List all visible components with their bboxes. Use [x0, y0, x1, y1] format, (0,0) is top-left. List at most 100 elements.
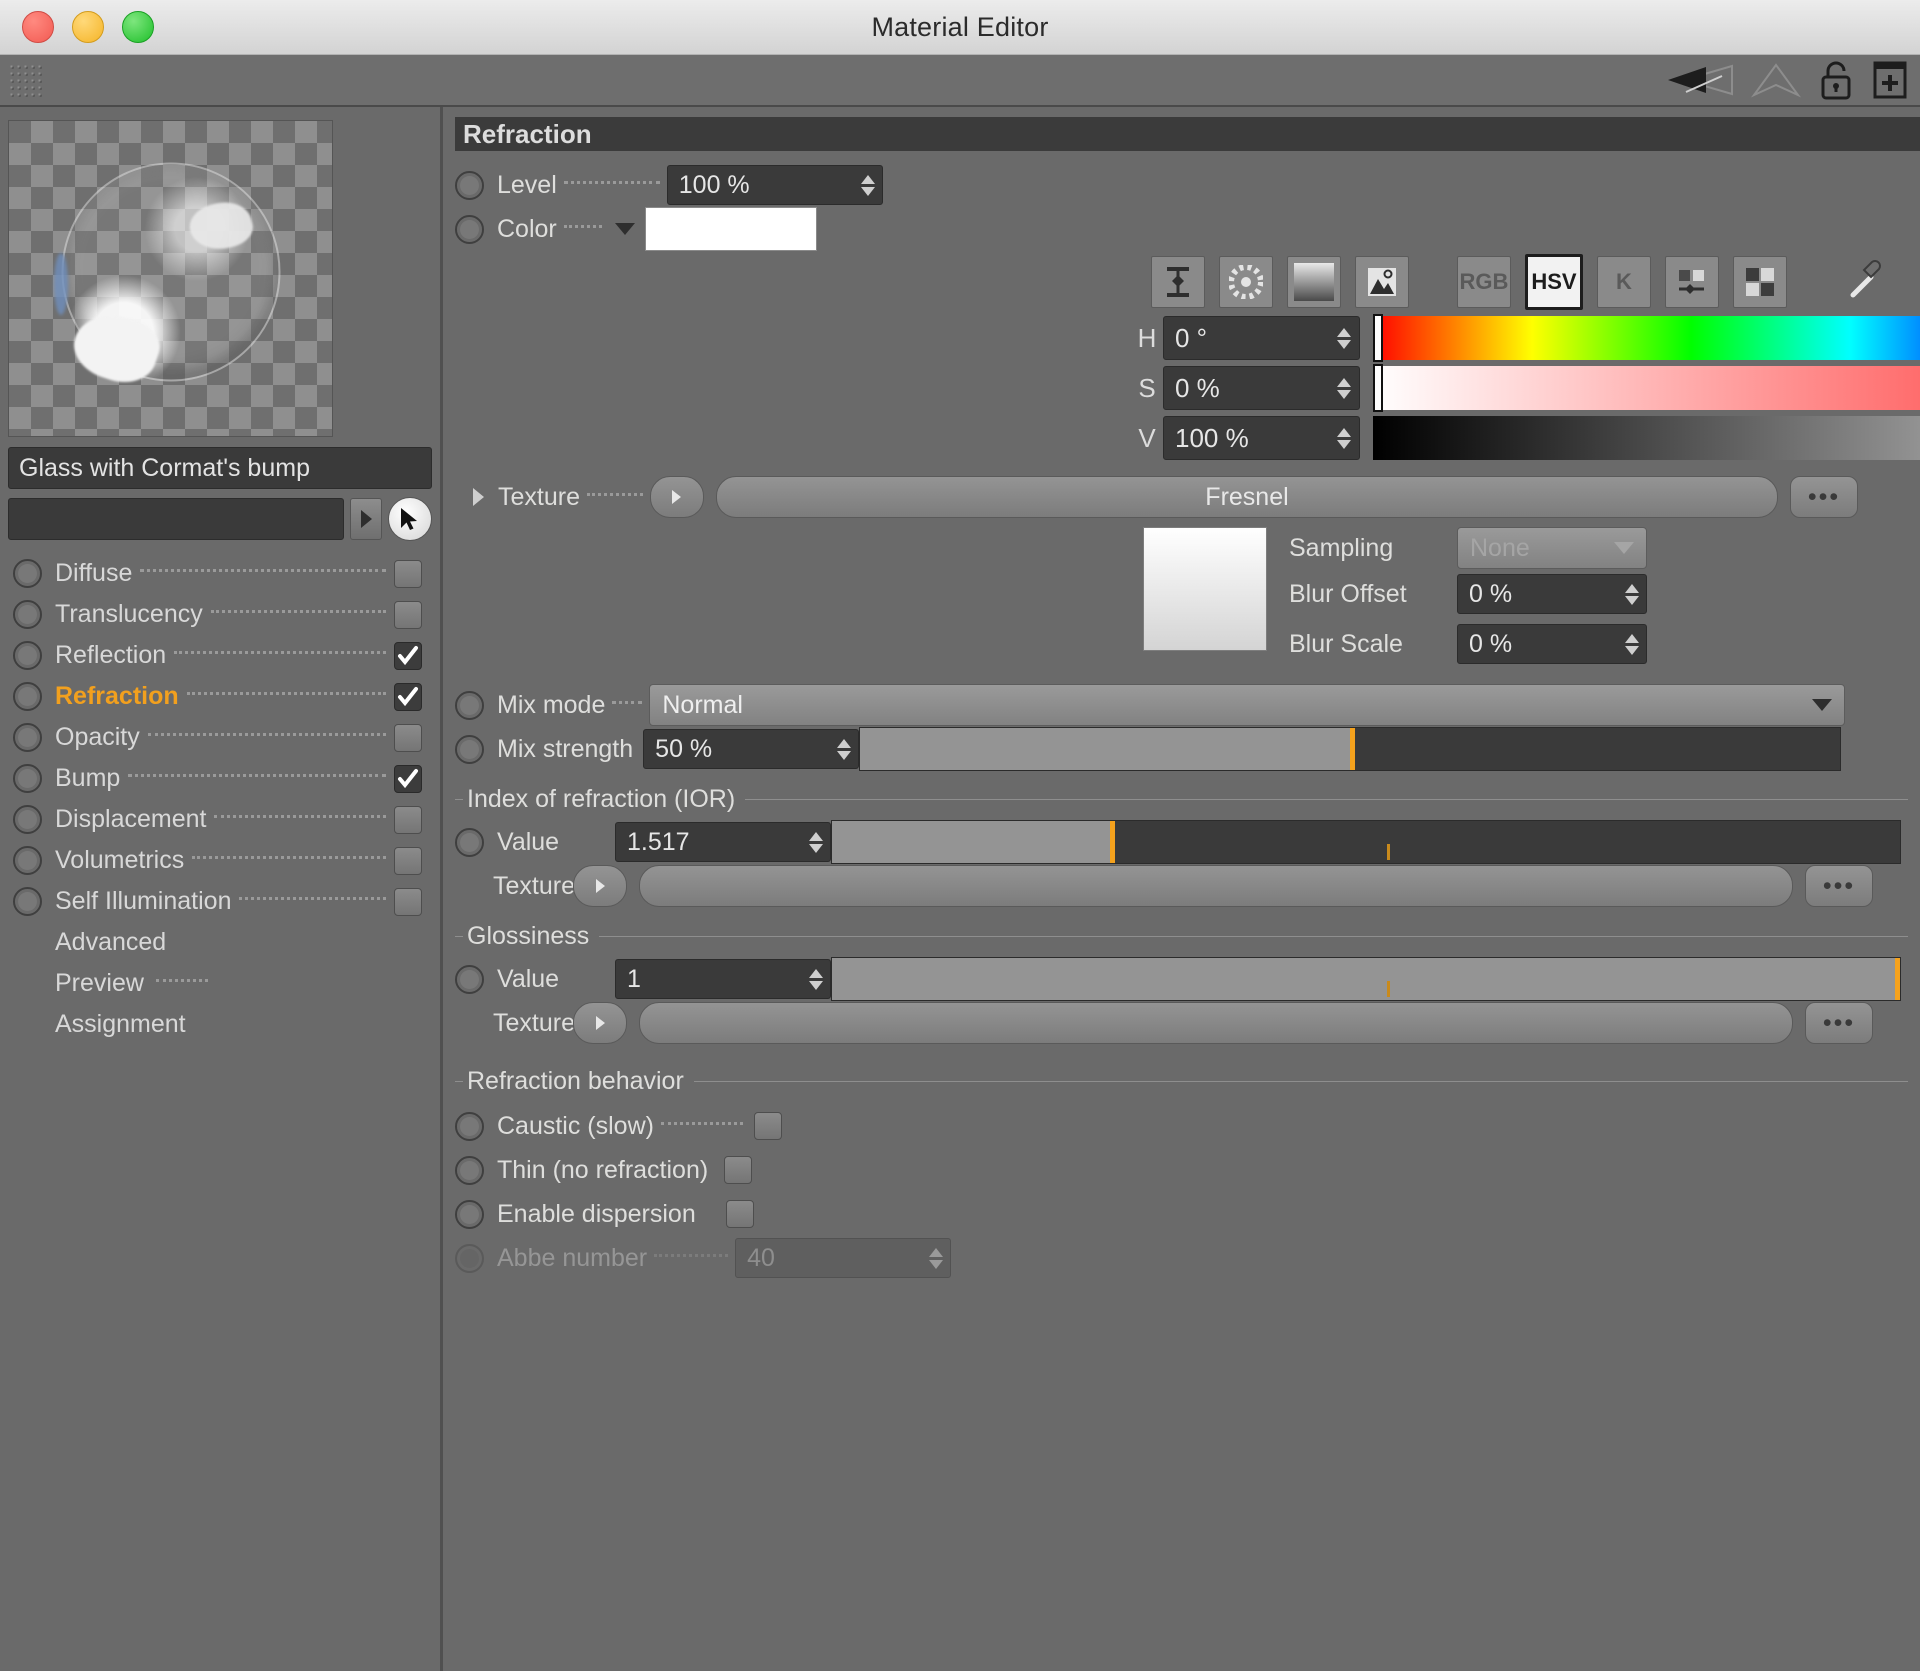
- glossiness-value-input[interactable]: 1: [615, 959, 831, 999]
- blur-scale-stepper[interactable]: [1625, 633, 1639, 655]
- channel-radio-icon[interactable]: [13, 641, 42, 670]
- kelvin-mode-button[interactable]: K: [1597, 256, 1651, 308]
- ior-texture-field[interactable]: [639, 865, 1793, 907]
- material-name-field[interactable]: Glass with Cormat's bump: [8, 447, 432, 489]
- color-swatch[interactable]: [644, 207, 817, 251]
- caustic-checkbox[interactable]: [753, 1112, 782, 1140]
- channel-row-reflection[interactable]: Reflection: [0, 635, 440, 676]
- mix-strength-slider[interactable]: [859, 727, 1842, 771]
- eyedropper-icon[interactable]: [1845, 257, 1891, 308]
- ior-texture-arrow-button[interactable]: [573, 865, 627, 907]
- channel-row-translucency[interactable]: Translucency: [0, 594, 440, 635]
- hue-input[interactable]: 0 °: [1163, 316, 1360, 360]
- forward-arrow-icon[interactable]: [1750, 62, 1802, 98]
- texture-field[interactable]: Fresnel: [715, 476, 1778, 518]
- ior-texture-more-button[interactable]: •••: [1805, 865, 1873, 907]
- glossiness-texture-arrow-button[interactable]: [573, 1002, 627, 1044]
- level-stepper[interactable]: [860, 174, 875, 196]
- color-radio-icon[interactable]: [455, 214, 484, 244]
- ior-slider[interactable]: [831, 820, 1901, 864]
- material-preview[interactable]: [8, 120, 333, 437]
- channel-row-self-illumination[interactable]: Self Illumination: [0, 881, 440, 922]
- sampling-select[interactable]: None: [1457, 527, 1647, 569]
- mix-strength-stepper[interactable]: [837, 738, 852, 760]
- mix-mode-radio-icon[interactable]: [455, 690, 484, 720]
- channel-radio-icon[interactable]: [13, 887, 42, 916]
- gradient-icon[interactable]: [1287, 256, 1341, 308]
- channel-checkbox[interactable]: [394, 805, 422, 834]
- channel-checkbox[interactable]: [394, 887, 422, 916]
- sidebar-item-preview[interactable]: Preview: [0, 963, 440, 1004]
- ior-value-input[interactable]: 1.517: [615, 822, 831, 862]
- range-slider-icon[interactable]: [1151, 256, 1205, 308]
- swatches-icon[interactable]: [1733, 256, 1787, 308]
- rgb-mode-button[interactable]: RGB: [1457, 256, 1511, 308]
- channel-radio-icon[interactable]: [13, 805, 42, 834]
- channel-radio-icon[interactable]: [13, 723, 42, 752]
- blur-offset-input[interactable]: 0 %: [1457, 574, 1647, 614]
- channel-checkbox[interactable]: [394, 682, 422, 711]
- hue-stepper[interactable]: [1337, 327, 1351, 349]
- caustic-row[interactable]: Caustic (slow): [455, 1104, 1920, 1148]
- mix-mode-select[interactable]: Normal: [649, 684, 1846, 726]
- channel-row-opacity[interactable]: Opacity: [0, 717, 440, 758]
- channel-row-displacement[interactable]: Displacement: [0, 799, 440, 840]
- mixer-icon[interactable]: [1665, 256, 1719, 308]
- image-picker-icon[interactable]: [1355, 256, 1409, 308]
- drag-grip[interactable]: [8, 63, 42, 97]
- ior-radio-icon[interactable]: [455, 827, 484, 857]
- back-arrow-icon[interactable]: [1662, 62, 1736, 98]
- link-arrow-button[interactable]: [350, 498, 382, 540]
- value-gradient-bar[interactable]: [1373, 416, 1920, 460]
- hue-marker[interactable]: [1373, 314, 1383, 362]
- mix-strength-radio-icon[interactable]: [455, 734, 484, 764]
- channel-checkbox[interactable]: [394, 641, 422, 670]
- blur-offset-stepper[interactable]: [1625, 583, 1639, 605]
- saturation-marker[interactable]: [1373, 364, 1383, 412]
- unlock-icon[interactable]: [1816, 59, 1856, 101]
- texture-arrow-button[interactable]: [649, 476, 704, 518]
- channel-radio-icon[interactable]: [13, 600, 42, 629]
- thin-checkbox[interactable]: [724, 1156, 753, 1184]
- sidebar-item-assignment[interactable]: Assignment: [0, 1004, 440, 1045]
- sidebar-item-advanced[interactable]: Advanced: [0, 922, 440, 963]
- channel-checkbox[interactable]: [394, 600, 422, 629]
- glossiness-texture-field[interactable]: [639, 1002, 1793, 1044]
- texture-thumbnail[interactable]: [1143, 527, 1267, 651]
- dispersion-checkbox[interactable]: [725, 1200, 754, 1228]
- glossiness-texture-more-button[interactable]: •••: [1805, 1002, 1873, 1044]
- add-panel-icon[interactable]: [1870, 59, 1910, 101]
- channel-row-volumetrics[interactable]: Volumetrics: [0, 840, 440, 881]
- cursor-picker-icon[interactable]: [388, 497, 432, 541]
- color-wheel-icon[interactable]: [1219, 256, 1273, 308]
- thin-radio-icon[interactable]: [455, 1155, 484, 1185]
- channel-radio-icon[interactable]: [13, 559, 42, 588]
- dispersion-radio-icon[interactable]: [455, 1199, 484, 1229]
- glossiness-slider[interactable]: [831, 957, 1901, 1001]
- channel-row-bump[interactable]: Bump: [0, 758, 440, 799]
- ior-stepper[interactable]: [809, 831, 823, 853]
- channel-row-diffuse[interactable]: Diffuse: [0, 553, 440, 594]
- hue-gradient-bar[interactable]: [1373, 314, 1920, 362]
- blur-scale-input[interactable]: 0 %: [1457, 624, 1647, 664]
- saturation-stepper[interactable]: [1337, 377, 1351, 399]
- channel-checkbox[interactable]: [394, 846, 422, 875]
- mix-strength-input[interactable]: 50 %: [643, 729, 860, 769]
- disclosure-triangle-icon[interactable]: [473, 488, 484, 506]
- texture-more-button[interactable]: •••: [1789, 476, 1858, 518]
- channel-checkbox[interactable]: [394, 559, 422, 588]
- value-stepper[interactable]: [1337, 427, 1351, 449]
- level-input[interactable]: 100 %: [666, 165, 883, 205]
- level-radio-icon[interactable]: [455, 170, 484, 200]
- value-input[interactable]: 100 %: [1163, 416, 1360, 460]
- channel-radio-icon[interactable]: [13, 846, 42, 875]
- saturation-input[interactable]: 0 %: [1163, 366, 1360, 410]
- material-link-field[interactable]: [8, 498, 344, 540]
- dispersion-row[interactable]: Enable dispersion: [455, 1192, 1920, 1236]
- thin-row[interactable]: Thin (no refraction): [455, 1148, 1920, 1192]
- channel-checkbox[interactable]: [394, 723, 422, 752]
- hsv-mode-button[interactable]: HSV: [1525, 254, 1583, 310]
- chevron-down-icon[interactable]: [614, 223, 635, 235]
- glossiness-stepper[interactable]: [809, 968, 823, 990]
- caustic-radio-icon[interactable]: [455, 1111, 484, 1141]
